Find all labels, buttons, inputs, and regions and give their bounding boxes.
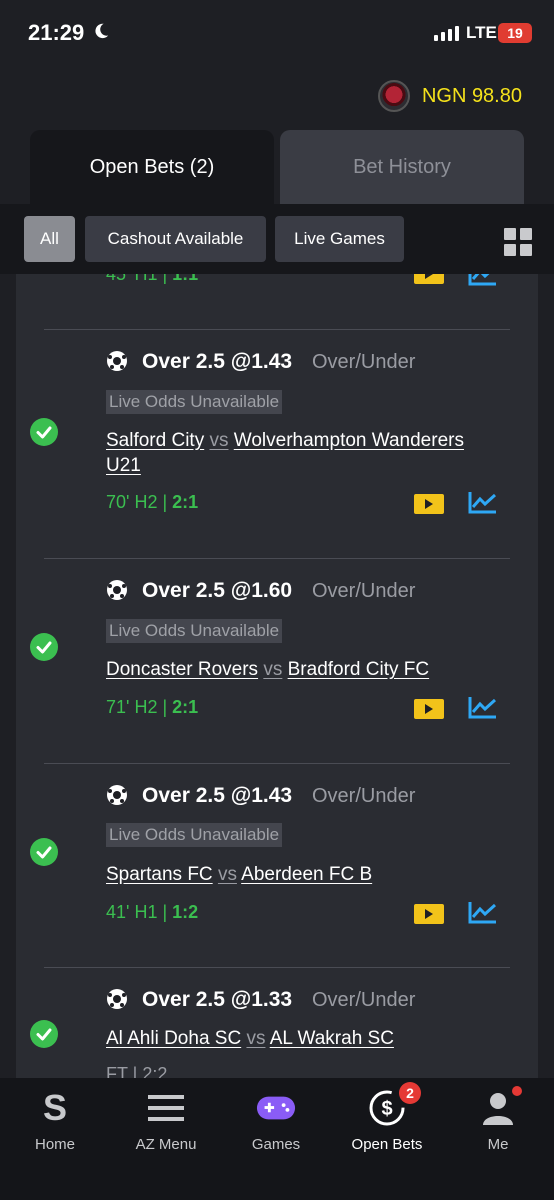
gamepad-icon [256,1086,296,1130]
score-line: 70' H2 | 2:1 [106,492,199,512]
bottom-nav: S Home AZ Menu Games $ 2 Open Bets Me [0,1078,554,1200]
vs-label: vs [209,430,229,451]
bet-market: Over 2.5 @1.43 [142,350,293,373]
bet-card[interactable]: Over 2.5 @1.60 Over/Under Live Odds Unav… [16,559,538,763]
moon-icon [95,23,109,39]
stats-chart-icon[interactable] [468,274,498,286]
bet-market: Over 2.5 @1.43 [142,784,293,807]
tab-open-bets[interactable]: Open Bets (2) [30,130,274,204]
home-team[interactable]: Doncaster Rovers [106,659,258,680]
nav-label: AZ Menu [135,1136,197,1153]
check-icon [30,418,58,446]
vs-label: vs [263,659,283,680]
bet-market-type: Over/Under [312,989,416,1011]
nav-label: Open Bets [351,1136,423,1153]
vs-label: vs [217,864,237,885]
match-score: 1:2 [172,902,199,922]
match-score: 1:1 [172,274,199,284]
match-teams[interactable]: Spartans FC vs Aberdeen FC B [106,862,486,887]
live-odds-status: Live Odds Unavailable [106,619,283,643]
filter-live-games[interactable]: Live Games [275,216,404,262]
bet-card[interactable]: Over 2.5 @1.33 Over/Under Al Ahli Doha S… [16,968,538,1078]
home-team[interactable]: Salford City [106,430,204,451]
match-teams[interactable]: Doncaster Rovers vs Bradford City FC [106,657,486,682]
stats-chart-icon[interactable] [468,490,498,514]
status-bar: 21:29 LTE 19 [0,0,554,64]
check-icon [30,633,58,661]
open-bets-badge: 2 [399,1082,421,1104]
bet-card[interactable]: Over 2.5 @1.43 Over/Under Live Odds Unav… [16,764,538,968]
home-team[interactable]: Spartans FC [106,864,213,885]
balance-amount: NGN 98.80 [421,84,522,107]
filter-cashout-available[interactable]: Cashout Available [85,216,266,262]
menu-icon [146,1086,186,1130]
match-status: 41' H1 [106,902,158,922]
balance-area[interactable]: NGN 98.80 [377,80,522,112]
check-icon [30,1020,58,1048]
football-icon [107,580,127,600]
bet-market: Over 2.5 @1.60 [142,579,293,602]
notification-dot [512,1086,522,1096]
open-bets-list[interactable]: 45' H1 | 1:1 Over 2.5 @1.43 Over/Under L… [16,274,538,1078]
status-time: 21:29 [28,20,85,45]
bet-card[interactable]: Over 2.5 @1.43 Over/Under Live Odds Unav… [16,330,538,558]
live-odds-status: Live Odds Unavailable [106,390,283,414]
football-icon [107,351,127,371]
signal-icon [434,26,459,41]
match-status: 70' H2 [106,492,158,512]
battery-icon: 19 [498,23,532,43]
stats-chart-icon[interactable] [468,900,498,924]
nav-me[interactable]: Me [443,1086,553,1153]
tab-bet-history[interactable]: Bet History [280,130,524,204]
avatar[interactable] [377,80,410,112]
live-odds-status: Live Odds Unavailable [106,823,283,847]
nav-home[interactable]: S Home [0,1086,110,1153]
network-type: LTE [466,23,497,42]
bet-market-type: Over/Under [312,351,416,373]
score-line: FT | 2:2 [106,1064,168,1078]
match-score: 2:1 [172,697,199,717]
away-team[interactable]: Aberdeen FC B [241,864,372,885]
vs-label: vs [246,1028,266,1049]
nav-games[interactable]: Games [221,1086,331,1153]
nav-az-menu[interactable]: AZ Menu [111,1086,221,1153]
live-tv-icon[interactable] [414,699,444,719]
score-line: 71' H2 | 2:1 [106,697,199,717]
grid-view-icon[interactable] [504,228,532,256]
live-tv-icon[interactable] [414,904,444,924]
bet-market: Over 2.5 @1.33 [142,988,293,1011]
open-bets-icon: $ 2 [367,1082,421,1130]
stats-chart-icon[interactable] [468,695,498,719]
home-logo-icon: S [35,1086,75,1130]
nav-label: Home [34,1136,75,1153]
filter-bar: All Cashout Available Live Games [0,204,554,274]
match-teams[interactable]: Al Ahli Doha SC vs AL Wakrah SC [106,1026,486,1051]
bet-market-type: Over/Under [312,580,416,602]
match-teams[interactable]: Salford City vs Wolverhampton Wanderers … [106,428,486,478]
live-tv-icon[interactable] [414,274,444,284]
nav-label: Me [487,1136,509,1153]
live-tv-icon[interactable] [414,494,444,514]
filter-all[interactable]: All [24,216,75,262]
check-icon [30,838,58,866]
partial-score-line: 45' H1 | 1:1 [106,274,198,285]
nav-open-bets[interactable]: $ 2 Open Bets [332,1082,442,1153]
match-status: 45' H1 [106,274,158,284]
score-line: 41' H1 | 1:2 [106,902,199,922]
bet-tabs: Open Bets (2) Bet History [30,130,524,204]
football-icon [107,989,127,1009]
svg-text:S: S [43,1088,67,1128]
svg-text:$: $ [381,1098,392,1120]
user-icon [478,1086,522,1130]
away-team[interactable]: AL Wakrah SC [270,1028,394,1049]
football-icon [107,785,127,805]
match-score: 2:1 [172,492,199,512]
match-status: 71' H2 [106,697,158,717]
home-team[interactable]: Al Ahli Doha SC [106,1028,241,1049]
away-team[interactable]: Bradford City FC [288,659,429,680]
nav-label: Games [251,1136,301,1153]
bet-market-type: Over/Under [312,785,416,807]
